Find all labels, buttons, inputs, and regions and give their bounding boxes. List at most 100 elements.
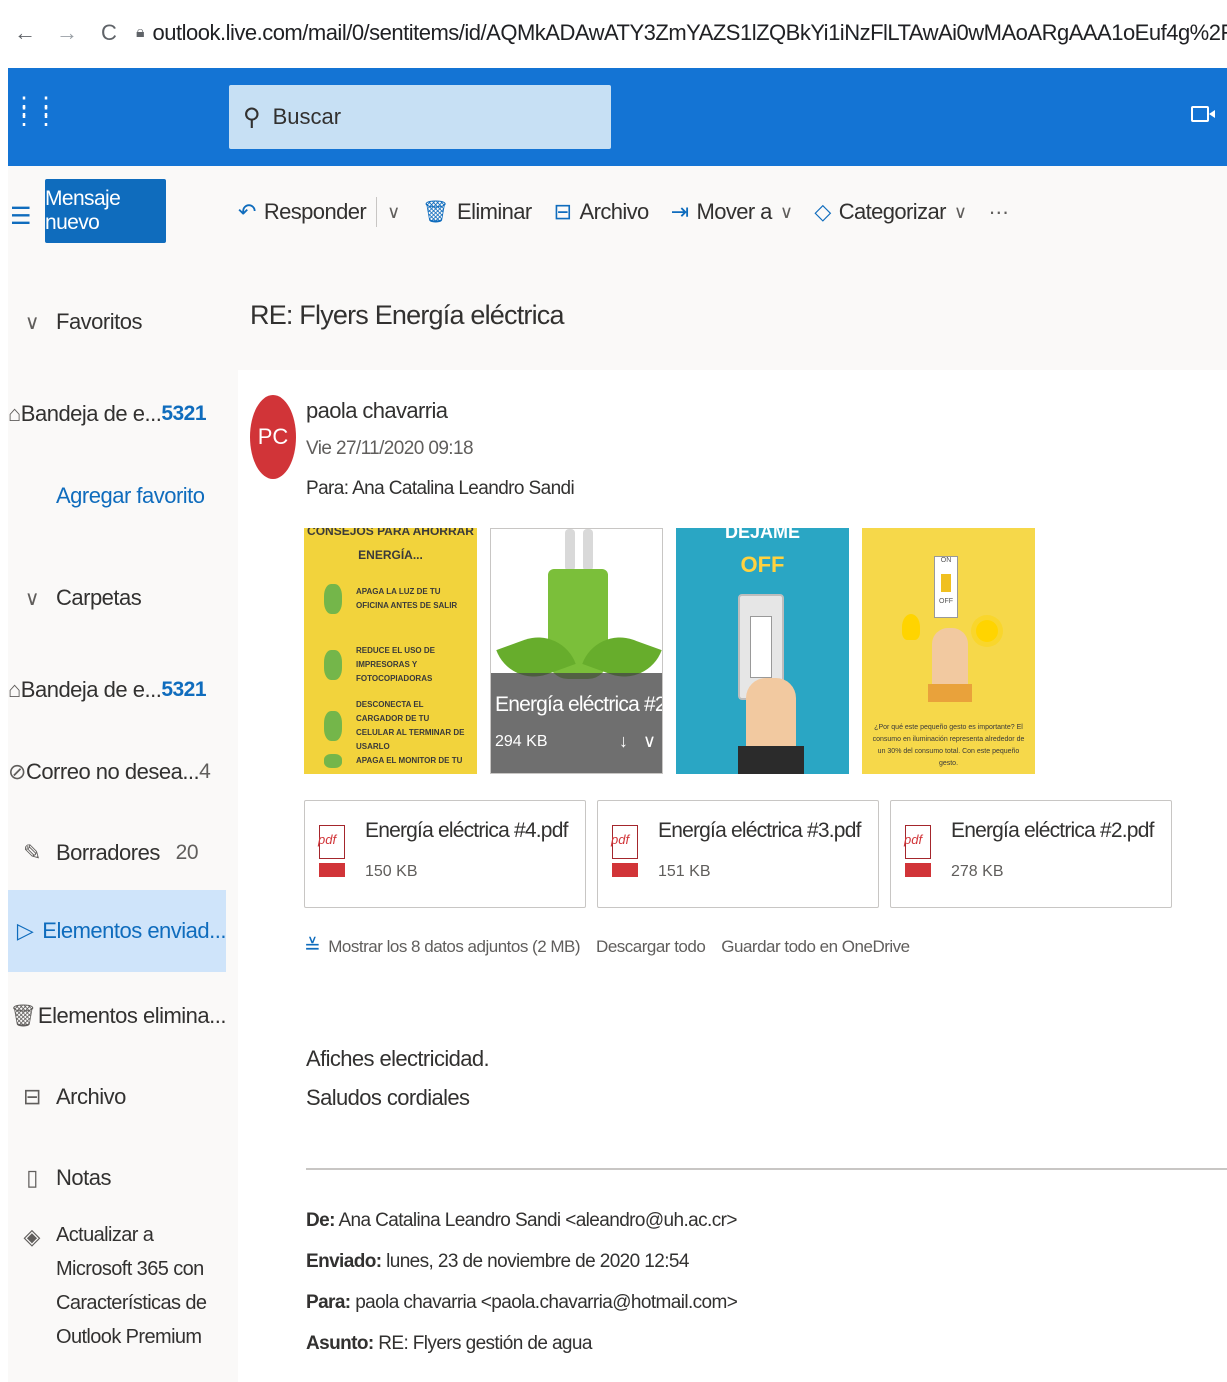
favorites-header[interactable]: ∨ Favoritos xyxy=(8,292,226,352)
chevron-down-icon: ∨ xyxy=(953,201,967,222)
body-text: Saludos cordiales xyxy=(306,1085,470,1110)
folder-junk[interactable]: ⊘ Correo no desea... 4 xyxy=(8,742,226,802)
message-card: PC paola chavarria Vie 27/11/2020 09:18 … xyxy=(238,370,1227,1382)
download-icon[interactable]: ↓ xyxy=(619,731,628,752)
more-icon: ··· xyxy=(988,199,1009,224)
pdf-attachment[interactable]: pdf Energía eléctrica #3.pdf 151 KB xyxy=(597,800,879,908)
image-attachment-3[interactable]: DÉJAME OFF xyxy=(676,528,849,774)
sender-name[interactable]: paola chavarria xyxy=(306,398,448,424)
unread-count: 5321 xyxy=(161,678,207,701)
chevron-down-icon: ∨ xyxy=(779,201,793,222)
image-attachment-2[interactable]: Energía eléctrica #2.jpg 294 KB ↓ ∨ xyxy=(490,528,663,774)
folder-drafts[interactable]: ✎ Borradores 20 xyxy=(8,823,226,883)
search-input[interactable]: Buscar xyxy=(273,104,341,130)
quoted-sent: Enviado: lunes, 23 de noviembre de 2020 … xyxy=(306,1251,689,1272)
image-attachment-4[interactable]: ON OFF ¿Por qué este pequeño gesto es im… xyxy=(862,528,1035,774)
avatar[interactable]: PC xyxy=(250,395,296,479)
command-bar: ↶ Responder ∨ 🗑︎ Eliminar ⊟ Archivo ⇥ Mo… xyxy=(226,166,1227,258)
folders-header[interactable]: ∨ Carpetas xyxy=(8,568,226,628)
draft-count: 20 xyxy=(175,841,199,864)
send-icon: ▷ xyxy=(16,918,34,943)
reply-button[interactable]: ↶ Responder xyxy=(238,199,367,225)
divider xyxy=(376,197,378,227)
sun-icon xyxy=(976,620,998,642)
recipient-line: Para: Ana Catalina Leandro Sandi xyxy=(306,478,575,499)
bulb-icon xyxy=(324,584,342,614)
pdf-icon: pdf xyxy=(904,825,931,859)
quoted-to: Para: paola chavarria <paola.chavarria@h… xyxy=(306,1292,738,1313)
app-launcher-icon[interactable]: ⋮⋮ ⋮⋮ xyxy=(12,95,58,130)
folder-deleted[interactable]: 🗑︎ Elementos elimina... xyxy=(8,986,226,1046)
chevron-down-icon: ∨ xyxy=(24,587,40,610)
new-message-button[interactable]: Mensaje nuevo xyxy=(45,179,166,243)
hand-icon xyxy=(932,628,968,688)
recipient-name[interactable]: Ana Catalina Leandro Sandi xyxy=(352,478,575,499)
meet-now-icon[interactable] xyxy=(1191,106,1215,122)
pdf-attachment[interactable]: pdf Energía eléctrica #4.pdf 150 KB xyxy=(304,800,586,908)
note-icon: ▯ xyxy=(26,1165,38,1190)
app-header: ⋮⋮ ⋮⋮ ⚲ Buscar xyxy=(8,68,1227,166)
lock-icon: 🔒︎ xyxy=(136,24,145,41)
message-subject: RE: Flyers Energía eléctrica xyxy=(250,300,565,330)
attachment-size: 294 KB xyxy=(495,733,548,750)
pdf-attachment[interactable]: pdf Energía eléctrica #2.pdf 278 KB xyxy=(890,800,1172,908)
unread-count: 5321 xyxy=(161,402,207,425)
inbox-icon: ⌂ xyxy=(8,677,21,702)
attachment-hover-overlay: Energía eléctrica #2.jpg 294 KB ↓ ∨ xyxy=(491,673,662,773)
diamond-icon: ◈ xyxy=(23,1224,41,1249)
more-actions-button[interactable]: ··· xyxy=(988,199,1009,225)
reading-pane: RE: Flyers Energía eléctrica PC paola ch… xyxy=(226,258,1227,1382)
search-box[interactable]: ⚲ Buscar xyxy=(229,85,611,149)
image-attachment-1[interactable]: CONSEJOS PARA AHORRAR ENERGÍA... APAGA L… xyxy=(304,528,477,774)
upgrade-premium-link[interactable]: ◈ Actualizar a Microsoft 365 con Caracte… xyxy=(8,1218,226,1354)
trash-icon: 🗑︎ xyxy=(421,199,450,224)
quoted-from: De: Ana Catalina Leandro Sandi <aleandro… xyxy=(306,1210,737,1231)
double-chevron-down-icon: ≚ xyxy=(304,936,321,958)
folder-inbox[interactable]: ⌂ Bandeja de e... 5321 xyxy=(8,660,226,720)
folder-notes[interactable]: ▯ Notas xyxy=(8,1148,226,1208)
pencil-icon: ✎ xyxy=(23,840,41,865)
search-icon: ⚲ xyxy=(243,103,261,131)
pdf-icon: pdf xyxy=(318,825,345,859)
delete-button[interactable]: 🗑︎ Eliminar xyxy=(421,199,533,225)
attachment-name: Energía eléctrica #4.pdf xyxy=(365,819,568,842)
back-arrow-icon[interactable]: ← xyxy=(8,20,42,46)
message-date: Vie 27/11/2020 09:18 xyxy=(306,438,474,459)
reply-options-chevron-icon[interactable]: ∨ xyxy=(387,202,400,223)
quoted-subject: Asunto: RE: Flyers gestión de agua xyxy=(306,1333,592,1354)
show-all-attachments-link[interactable]: ≚ Mostrar los 8 datos adjuntos (2 MB) xyxy=(304,934,581,959)
archive-button[interactable]: ⊟ Archivo xyxy=(553,199,650,225)
folder-archive[interactable]: ⊟ Archivo xyxy=(8,1067,226,1127)
reload-icon[interactable]: C xyxy=(92,20,126,46)
body-text: Afiches electricidad. xyxy=(306,1046,490,1071)
download-all-link[interactable]: Descargar todo xyxy=(596,937,706,957)
categorize-button[interactable]: ◇ Categorizar ∨ xyxy=(814,199,967,225)
folder-sent[interactable]: ▷ Elementos enviad... xyxy=(8,890,226,972)
tag-icon: ◇ xyxy=(814,199,831,224)
chevron-down-icon[interactable]: ∨ xyxy=(643,731,656,752)
printer-icon xyxy=(324,650,342,680)
archive-icon: ⊟ xyxy=(23,1084,41,1109)
bulb-icon xyxy=(902,614,920,640)
blocked-icon: ⊘ xyxy=(8,759,26,784)
save-onedrive-link[interactable]: Guardar todo en OneDrive xyxy=(721,937,910,957)
menu-icon[interactable]: ☰ xyxy=(10,202,32,231)
favorite-inbox[interactable]: ⌂ Bandeja de e... 5321 xyxy=(8,384,226,444)
quote-divider xyxy=(306,1168,1227,1170)
url-field[interactable]: outlook.live.com/mail/0/sentitems/id/AQM… xyxy=(153,20,1227,46)
light-switch-icon: ON OFF xyxy=(934,556,958,618)
chevron-down-icon: ∨ xyxy=(24,311,40,334)
archive-icon: ⊟ xyxy=(553,199,572,224)
monitor-icon xyxy=(324,754,342,768)
inbox-icon: ⌂ xyxy=(8,401,21,426)
forward-arrow-icon[interactable]: → xyxy=(50,20,84,46)
attachment-size: 150 KB xyxy=(365,863,418,880)
pdf-icon: pdf xyxy=(611,825,638,859)
browser-address-bar: ← → C 🔒︎ outlook.live.com/mail/0/sentite… xyxy=(0,0,1227,66)
add-favorite-link[interactable]: Agregar favorito xyxy=(8,466,226,526)
move-folder-icon: ⇥ xyxy=(670,199,689,224)
attachment-name: Energía eléctrica #2.pdf xyxy=(951,819,1154,842)
move-to-button[interactable]: ⇥ Mover a ∨ xyxy=(671,199,793,225)
trash-icon: 🗑︎ xyxy=(9,1003,37,1028)
charger-icon xyxy=(324,711,342,741)
